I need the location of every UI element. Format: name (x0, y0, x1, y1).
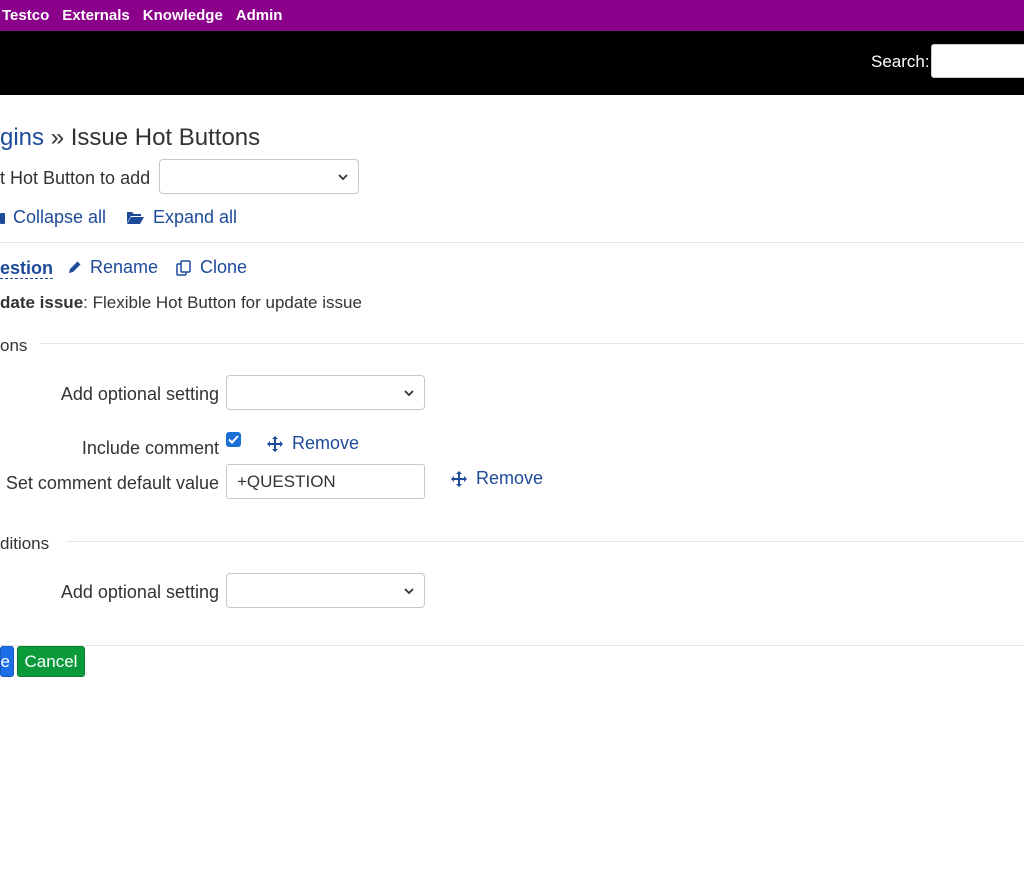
folder-closed-icon (0, 212, 5, 224)
conditions-add-optional-label: Add optional setting (60, 582, 219, 602)
add-hot-button-select[interactable] (159, 159, 359, 194)
nav-item-knowledge[interactable]: Knowledge (143, 7, 223, 24)
add-optional-setting-select[interactable] (226, 375, 425, 410)
expand-all-link[interactable]: Expand all (126, 207, 237, 228)
collapse-all-label: Collapse all (13, 207, 107, 227)
copy-icon (176, 259, 191, 276)
description-text: : Flexible Hot Button for update issue (83, 293, 362, 312)
comment-default-value-remove-label: Remove (476, 468, 544, 488)
comment-default-value-label: Set comment default value (5, 473, 219, 493)
include-comment-checkbox[interactable] (226, 432, 241, 447)
breadcrumb-separator: » (44, 124, 71, 151)
save-button[interactable]: e (0, 646, 14, 677)
cancel-button[interactable]: Cancel (17, 646, 85, 677)
breadcrumb-current: Issue Hot Buttons (70, 124, 261, 151)
conditions-legend: ditions (0, 534, 50, 553)
add-optional-setting-label: Add optional setting (60, 384, 219, 404)
move-arrows-icon (267, 435, 283, 452)
nav-item-testco[interactable]: Testco (2, 7, 49, 24)
chevron-down-icon (338, 174, 348, 181)
pencil-icon (69, 261, 81, 273)
hot-button-description: date issue: Flexible Hot Button for upda… (0, 293, 362, 313)
include-comment-label: Include comment (81, 438, 219, 458)
add-hot-button-label: t Hot Button to add (0, 168, 151, 188)
conditions-fieldset-border (66, 541, 1024, 542)
folder-open-icon (127, 212, 144, 224)
chevron-down-icon (404, 588, 414, 595)
comment-default-value-input[interactable]: +QUESTION (226, 464, 425, 499)
nav-item-admin[interactable]: Admin (236, 7, 283, 24)
checkmark-icon (228, 435, 239, 444)
rename-link[interactable]: Rename (67, 257, 158, 278)
clone-link[interactable]: Clone (176, 257, 247, 278)
description-bold: date issue (0, 293, 84, 312)
search-label: Search: (871, 52, 930, 71)
clone-label: Clone (200, 257, 248, 277)
search-input[interactable] (931, 44, 1024, 78)
top-nav: Testco Externals Knowledge Admin (0, 0, 1024, 31)
page-title: gins » Issue Hot Buttons (0, 124, 260, 152)
conditions-add-optional-select[interactable] (226, 573, 425, 608)
hot-button-name[interactable]: estion (0, 258, 54, 279)
actions-fieldset-border (40, 343, 1024, 344)
divider (0, 242, 1024, 243)
expand-all-label: Expand all (153, 207, 238, 227)
nav-item-externals[interactable]: Externals (62, 7, 130, 24)
collapse-all-link[interactable]: Collapse all (0, 207, 106, 228)
form-footer-divider (0, 645, 1024, 646)
include-comment-remove-label: Remove (292, 433, 360, 453)
header-bar: Search: (0, 31, 1024, 95)
include-comment-remove[interactable]: Remove (266, 433, 359, 454)
breadcrumb-plugins-link[interactable]: gins (0, 124, 44, 151)
actions-legend: ons (0, 336, 28, 355)
rename-label: Rename (90, 257, 159, 277)
move-arrows-icon (451, 470, 467, 487)
comment-default-value-remove[interactable]: Remove (450, 468, 543, 489)
chevron-down-icon (404, 390, 414, 397)
